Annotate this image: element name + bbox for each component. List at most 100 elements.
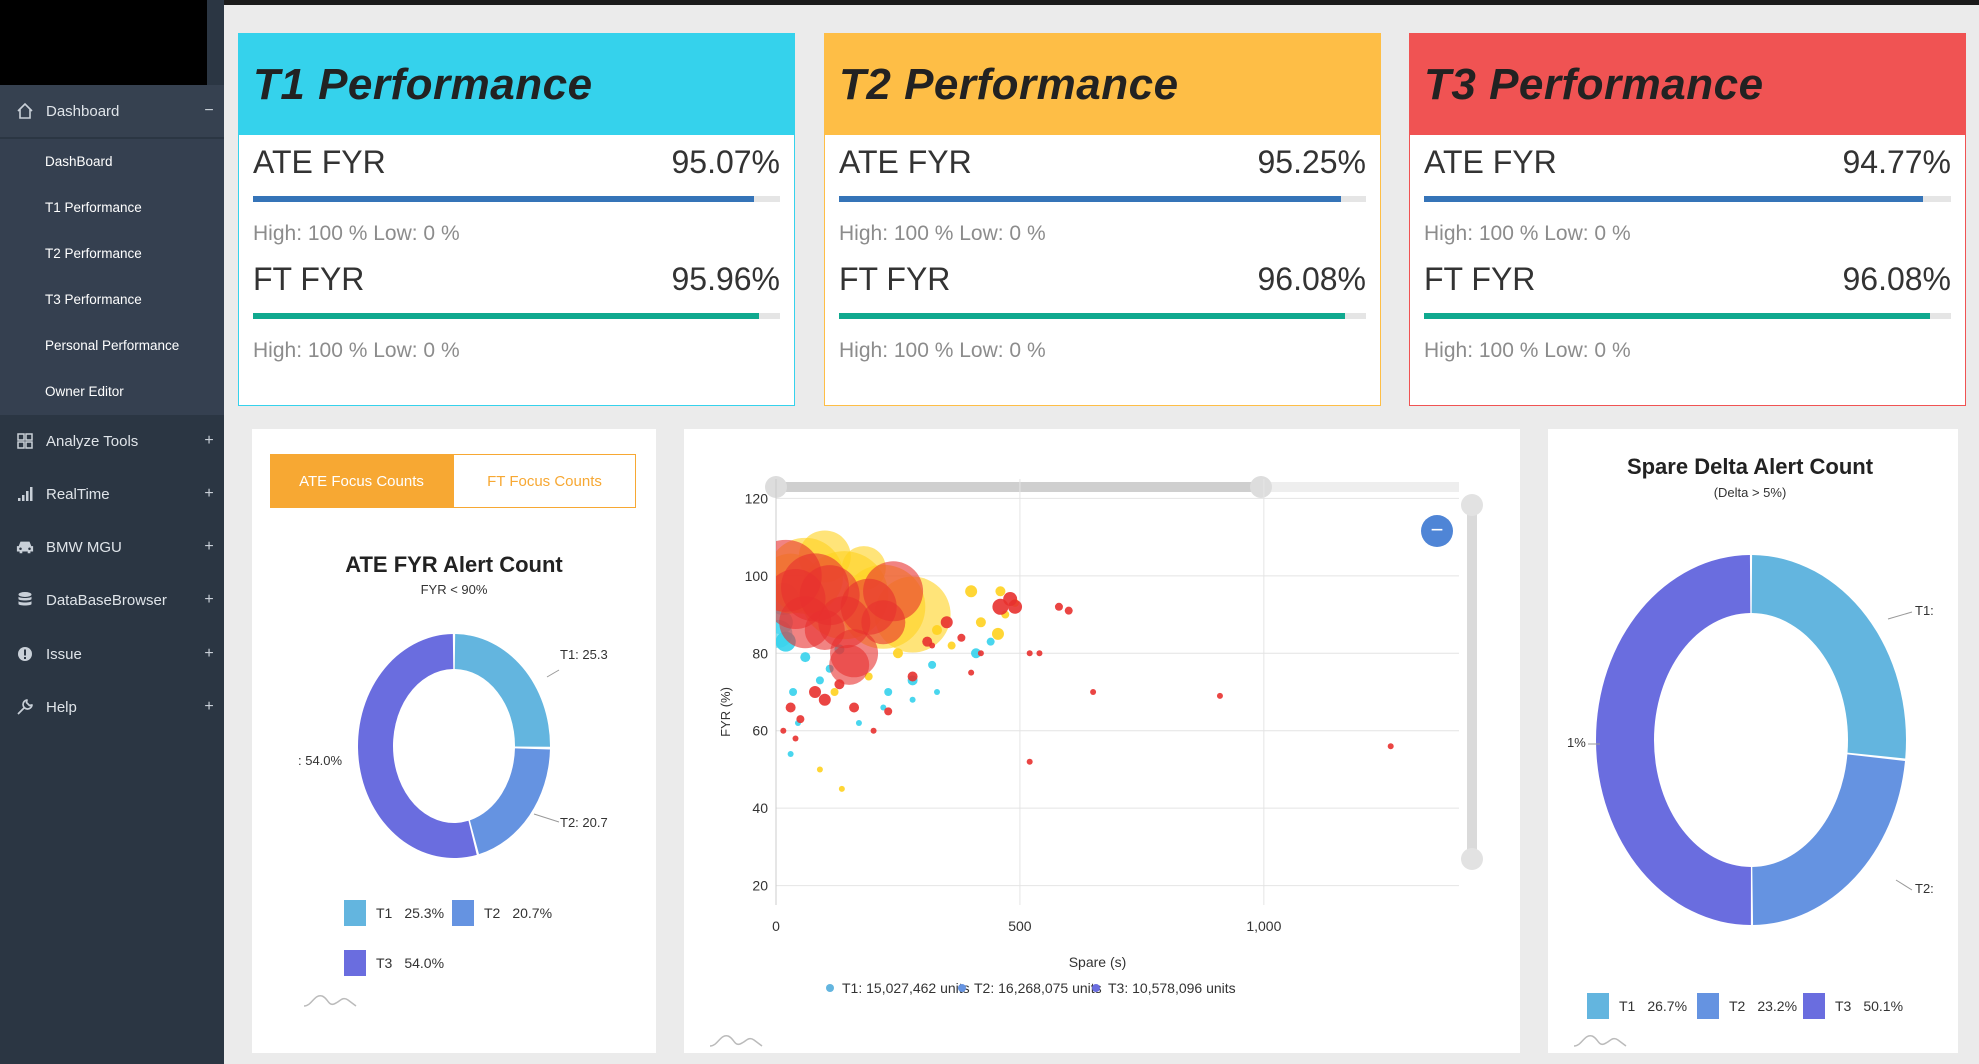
donut-annotation-t1: T1: 25.3 bbox=[560, 647, 608, 662]
sidebar-item-dashboard[interactable]: Dashboard − bbox=[0, 85, 224, 137]
tab-ft-focus-counts[interactable]: FT Focus Counts bbox=[453, 454, 636, 508]
signal-icon bbox=[16, 485, 34, 503]
expand-icon[interactable]: + bbox=[202, 485, 216, 503]
scatter-point-2 bbox=[947, 641, 956, 650]
expand-icon[interactable]: + bbox=[202, 432, 216, 450]
ate-fyr-progress-bar bbox=[1424, 196, 1951, 202]
legend-item-t2[interactable]: T2 23.2% bbox=[1697, 993, 1797, 1019]
sidebar-item-issue[interactable]: Issue + bbox=[0, 628, 224, 680]
scatter-point-2 bbox=[991, 627, 1004, 640]
legend-value: 54.0% bbox=[404, 955, 445, 971]
legend-label: T3 bbox=[1835, 998, 1852, 1014]
y-tick-label: 120 bbox=[745, 490, 769, 506]
scatter-point-3 bbox=[1036, 650, 1043, 657]
scatter-point-1 bbox=[855, 719, 862, 726]
ft-fyr-label: FT FYR bbox=[839, 261, 951, 297]
tab-ate-focus-counts[interactable]: ATE Focus Counts bbox=[270, 454, 453, 508]
legend-marker bbox=[826, 984, 834, 992]
expand-icon[interactable]: + bbox=[202, 591, 216, 609]
card-header: T1 Performance bbox=[239, 34, 794, 135]
zoom-reset-button[interactable]: − bbox=[1421, 515, 1453, 547]
sidebar-item-analyze-tools[interactable]: Analyze Tools + bbox=[0, 415, 224, 467]
scatter-point-3 bbox=[809, 686, 822, 698]
sidebar-item-label: Issue bbox=[46, 645, 82, 663]
top-border bbox=[0, 0, 1979, 5]
ft-fyr-progress-bar bbox=[1424, 313, 1951, 319]
donut-annotation-t1: T1: bbox=[1915, 603, 1934, 618]
donut-slice-t3 bbox=[1595, 555, 1751, 925]
scatter-point-2 bbox=[838, 785, 845, 792]
scatter-point-1 bbox=[800, 652, 811, 663]
wrench-icon bbox=[16, 698, 34, 716]
scatter-point-3 bbox=[1054, 602, 1063, 611]
scatter-point-3 bbox=[907, 671, 918, 682]
sidebar-item-bmw-mgu[interactable]: BMW MGU + bbox=[0, 521, 224, 573]
scatter-point-3 bbox=[818, 693, 831, 706]
x-tick-label: 500 bbox=[1008, 918, 1032, 934]
ft-fyr-value: 95.96% bbox=[671, 261, 780, 297]
legend-value: 50.1% bbox=[1863, 998, 1904, 1014]
legend-item-t2[interactable]: T2 20.7% bbox=[452, 900, 552, 926]
scatter-point-3 bbox=[834, 679, 845, 690]
y-tick-label: 40 bbox=[752, 800, 768, 816]
legend-label: T1 bbox=[1619, 998, 1636, 1014]
expand-icon[interactable]: + bbox=[202, 645, 216, 663]
x-axis-title: Spare (s) bbox=[1069, 954, 1127, 970]
legend-item-t3[interactable]: T3 50.1% bbox=[1803, 993, 1903, 1019]
fyr-spare-scatter-chart: 120 100 80 60 40 20 0 500 1,000 Spare (s) FYR (%) T… bbox=[718, 476, 1483, 996]
ft-fyr-row: FT FYR 96.08% bbox=[1424, 261, 1951, 298]
legend-item-t3[interactable]: T3 54.0% bbox=[344, 950, 444, 976]
donut-slice-t2 bbox=[469, 748, 550, 855]
legend-marker bbox=[958, 984, 966, 992]
collapse-icon[interactable]: − bbox=[202, 102, 216, 120]
scatter-point-1 bbox=[815, 676, 824, 685]
legend-item-t1[interactable]: T1 26.7% bbox=[1587, 993, 1687, 1019]
ate-fyr-value: 95.25% bbox=[1257, 144, 1366, 180]
expand-icon[interactable]: + bbox=[202, 698, 216, 716]
callout-line bbox=[546, 669, 560, 678]
sidebar-subitem-t1-performance[interactable]: T1 Performance bbox=[0, 185, 224, 231]
legend-value: 20.7% bbox=[512, 905, 553, 921]
sidebar-item-label: DataBaseBrowser bbox=[46, 591, 167, 609]
y-axis-title: FYR (%) bbox=[718, 687, 733, 737]
sidebar-subitem-t2-performance[interactable]: T2 Performance bbox=[0, 231, 224, 277]
t2-performance-card: T2 Performance ATE FYR 95.25% High: 100 %… bbox=[824, 33, 1381, 406]
sidebar-item-label: Dashboard bbox=[46, 102, 120, 120]
sidebar-subitem-dashboard[interactable]: DashBoard bbox=[0, 139, 224, 185]
legend-value: 23.2% bbox=[1757, 998, 1798, 1014]
ate-fyr-donut-chart bbox=[358, 634, 560, 858]
scatter-point-1 bbox=[789, 688, 798, 696]
t1-performance-card: T1 Performance ATE FYR 95.07% High: 100 %… bbox=[238, 33, 795, 406]
scatter-point-2 bbox=[965, 585, 978, 598]
scatter-point-1 bbox=[928, 660, 937, 669]
ate-fyr-progress-fill bbox=[839, 196, 1341, 202]
legend-item-t1[interactable]: T1 25.3% bbox=[344, 900, 444, 926]
scatter-point-3 bbox=[1026, 650, 1033, 657]
ft-fyr-progress-bar bbox=[253, 313, 780, 319]
scatter-point-3 bbox=[1387, 743, 1394, 750]
sidebar-item-realtime[interactable]: RealTime + bbox=[0, 468, 224, 520]
ate-fyr-label: ATE FYR bbox=[839, 144, 972, 180]
ft-fyr-value: 96.08% bbox=[1257, 261, 1366, 297]
sidebar-item-databasebrowser[interactable]: DataBaseBrowser + bbox=[0, 574, 224, 626]
scatter-point-1 bbox=[986, 637, 995, 646]
sidebar-subitem-t3-performance[interactable]: T3 Performance bbox=[0, 277, 224, 323]
expand-icon[interactable]: + bbox=[202, 538, 216, 556]
sidebar-subitem-owner-editor[interactable]: Owner Editor bbox=[0, 369, 224, 415]
scatter-point-3 bbox=[957, 633, 966, 642]
legend-label: T3 bbox=[376, 955, 393, 971]
grid-icon bbox=[16, 432, 34, 450]
scatter-point-2 bbox=[830, 688, 839, 696]
sidebar-subitem-personal-performance[interactable]: Personal Performance bbox=[0, 323, 224, 369]
card-title: T1 Performance bbox=[253, 59, 593, 109]
scatter-point-3 bbox=[1216, 692, 1223, 699]
scatter-point-3 bbox=[1090, 689, 1097, 695]
callout-line bbox=[1895, 879, 1913, 891]
chart-brand-icon bbox=[303, 995, 357, 1007]
chart-brand-icon bbox=[1573, 1035, 1627, 1047]
sidebar-item-label: RealTime bbox=[46, 485, 110, 503]
card-header: T2 Performance bbox=[825, 34, 1380, 135]
sidebar-item-help[interactable]: Help + bbox=[0, 681, 224, 733]
callout-line bbox=[533, 813, 560, 823]
donut-slice-t1 bbox=[454, 634, 550, 747]
